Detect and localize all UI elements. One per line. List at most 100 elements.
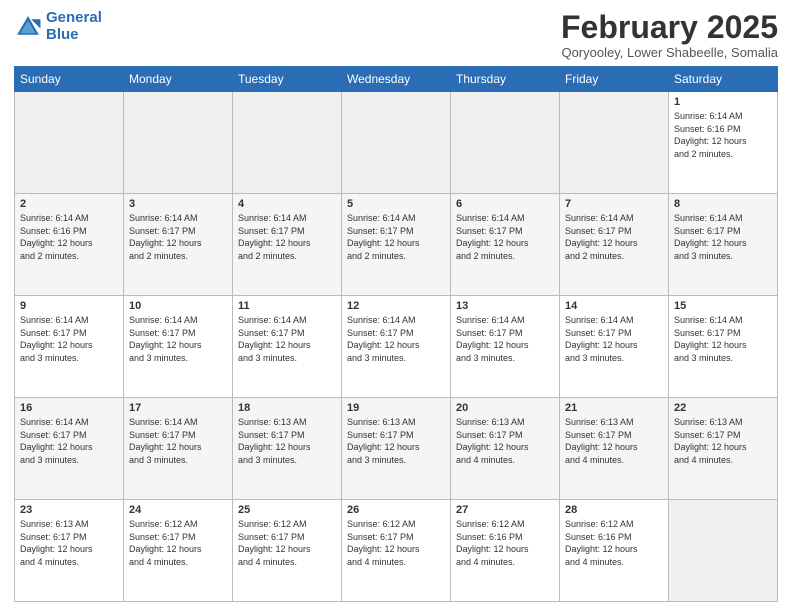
- calendar-week-1: 2 Sunrise: 6:14 AM Sunset: 6:16 PM Daylig…: [15, 194, 778, 296]
- day-info: Sunrise: 6:14 AM Sunset: 6:17 PM Dayligh…: [20, 416, 118, 466]
- day-info: Sunrise: 6:14 AM Sunset: 6:17 PM Dayligh…: [456, 212, 554, 262]
- calendar-cell-w2-d3: 12 Sunrise: 6:14 AM Sunset: 6:17 PM Dayli…: [342, 296, 451, 398]
- logo: General Blue: [14, 10, 102, 43]
- header: General Blue February 2025 Qoryooley, Lo…: [14, 10, 778, 60]
- day-number: 17: [129, 402, 227, 414]
- day-info: Sunrise: 6:13 AM Sunset: 6:17 PM Dayligh…: [674, 416, 772, 466]
- calendar-cell-w3-d1: 17 Sunrise: 6:14 AM Sunset: 6:17 PM Dayli…: [124, 398, 233, 500]
- calendar-cell-w0-d2: [233, 92, 342, 194]
- logo-text: General Blue: [46, 10, 102, 43]
- day-number: 3: [129, 198, 227, 210]
- calendar-cell-w4-d3: 26 Sunrise: 6:12 AM Sunset: 6:17 PM Dayli…: [342, 500, 451, 602]
- logo-icon: [14, 13, 42, 41]
- day-info: Sunrise: 6:12 AM Sunset: 6:17 PM Dayligh…: [129, 518, 227, 568]
- calendar-table: Sunday Monday Tuesday Wednesday Thursday…: [14, 66, 778, 602]
- day-info: Sunrise: 6:13 AM Sunset: 6:17 PM Dayligh…: [347, 416, 445, 466]
- day-number: 28: [565, 504, 663, 516]
- day-number: 6: [456, 198, 554, 210]
- day-info: Sunrise: 6:13 AM Sunset: 6:17 PM Dayligh…: [238, 416, 336, 466]
- day-info: Sunrise: 6:13 AM Sunset: 6:17 PM Dayligh…: [20, 518, 118, 568]
- day-info: Sunrise: 6:14 AM Sunset: 6:17 PM Dayligh…: [238, 212, 336, 262]
- logo-line1: General: [46, 9, 102, 26]
- calendar-cell-w1-d0: 2 Sunrise: 6:14 AM Sunset: 6:16 PM Daylig…: [15, 194, 124, 296]
- day-number: 12: [347, 300, 445, 312]
- calendar-cell-w2-d6: 15 Sunrise: 6:14 AM Sunset: 6:17 PM Dayli…: [669, 296, 778, 398]
- col-friday: Friday: [560, 67, 669, 92]
- day-info: Sunrise: 6:14 AM Sunset: 6:16 PM Dayligh…: [20, 212, 118, 262]
- page: General Blue February 2025 Qoryooley, Lo…: [0, 0, 792, 612]
- calendar-cell-w3-d3: 19 Sunrise: 6:13 AM Sunset: 6:17 PM Dayli…: [342, 398, 451, 500]
- day-info: Sunrise: 6:14 AM Sunset: 6:17 PM Dayligh…: [565, 314, 663, 364]
- calendar-cell-w2-d4: 13 Sunrise: 6:14 AM Sunset: 6:17 PM Dayli…: [451, 296, 560, 398]
- day-number: 13: [456, 300, 554, 312]
- calendar-week-3: 16Sunrise: 6:14 AM Sunset: 6:17 PM Dayli…: [15, 398, 778, 500]
- calendar-cell-w1-d4: 6 Sunrise: 6:14 AM Sunset: 6:17 PM Daylig…: [451, 194, 560, 296]
- calendar-cell-w0-d4: [451, 92, 560, 194]
- col-monday: Monday: [124, 67, 233, 92]
- calendar-cell-w1-d5: 7 Sunrise: 6:14 AM Sunset: 6:17 PM Daylig…: [560, 194, 669, 296]
- day-info: Sunrise: 6:14 AM Sunset: 6:17 PM Dayligh…: [347, 314, 445, 364]
- title-block: February 2025 Qoryooley, Lower Shabeelle…: [561, 10, 778, 60]
- day-info: Sunrise: 6:14 AM Sunset: 6:17 PM Dayligh…: [347, 212, 445, 262]
- col-saturday: Saturday: [669, 67, 778, 92]
- day-info: Sunrise: 6:12 AM Sunset: 6:16 PM Dayligh…: [456, 518, 554, 568]
- day-number: 11: [238, 300, 336, 312]
- day-number: 14: [565, 300, 663, 312]
- day-number: 7: [565, 198, 663, 210]
- day-number: 2: [20, 198, 118, 210]
- day-info: Sunrise: 6:14 AM Sunset: 6:16 PM Dayligh…: [674, 110, 772, 160]
- day-number: 4: [238, 198, 336, 210]
- day-number: 21: [565, 402, 663, 414]
- day-info: Sunrise: 6:14 AM Sunset: 6:17 PM Dayligh…: [456, 314, 554, 364]
- calendar-cell-w2-d2: 11 Sunrise: 6:14 AM Sunset: 6:17 PM Dayli…: [233, 296, 342, 398]
- day-number: 10: [129, 300, 227, 312]
- header-row: Sunday Monday Tuesday Wednesday Thursday…: [15, 67, 778, 92]
- calendar-body: 1 Sunrise: 6:14 AM Sunset: 6:16 PM Daylig…: [15, 92, 778, 602]
- calendar-header: Sunday Monday Tuesday Wednesday Thursday…: [15, 67, 778, 92]
- day-info: Sunrise: 6:14 AM Sunset: 6:17 PM Dayligh…: [674, 314, 772, 364]
- day-number: 25: [238, 504, 336, 516]
- day-number: 15: [674, 300, 772, 312]
- day-info: Sunrise: 6:14 AM Sunset: 6:17 PM Dayligh…: [238, 314, 336, 364]
- month-title: February 2025: [561, 10, 778, 45]
- day-number: 24: [129, 504, 227, 516]
- calendar-cell-w4-d6: [669, 500, 778, 602]
- day-number: 18: [238, 402, 336, 414]
- col-wednesday: Wednesday: [342, 67, 451, 92]
- day-info: Sunrise: 6:14 AM Sunset: 6:17 PM Dayligh…: [20, 314, 118, 364]
- calendar-week-0: 1 Sunrise: 6:14 AM Sunset: 6:16 PM Daylig…: [15, 92, 778, 194]
- calendar-cell-w4-d0: 23Sunrise: 6:13 AM Sunset: 6:17 PM Dayli…: [15, 500, 124, 602]
- logo-line2: Blue: [46, 26, 79, 43]
- day-info: Sunrise: 6:14 AM Sunset: 6:17 PM Dayligh…: [129, 314, 227, 364]
- calendar-cell-w3-d6: 22Sunrise: 6:13 AM Sunset: 6:17 PM Dayli…: [669, 398, 778, 500]
- day-number: 26: [347, 504, 445, 516]
- calendar-cell-w2-d5: 14 Sunrise: 6:14 AM Sunset: 6:17 PM Dayli…: [560, 296, 669, 398]
- day-number: 9: [20, 300, 118, 312]
- calendar-cell-w4-d2: 25Sunrise: 6:12 AM Sunset: 6:17 PM Dayli…: [233, 500, 342, 602]
- calendar-cell-w4-d4: 27Sunrise: 6:12 AM Sunset: 6:16 PM Dayli…: [451, 500, 560, 602]
- day-info: Sunrise: 6:14 AM Sunset: 6:17 PM Dayligh…: [129, 212, 227, 262]
- day-info: Sunrise: 6:12 AM Sunset: 6:17 PM Dayligh…: [347, 518, 445, 568]
- calendar-cell-w3-d0: 16Sunrise: 6:14 AM Sunset: 6:17 PM Dayli…: [15, 398, 124, 500]
- calendar-cell-w2-d1: 10 Sunrise: 6:14 AM Sunset: 6:17 PM Dayli…: [124, 296, 233, 398]
- day-number: 19: [347, 402, 445, 414]
- calendar-week-4: 23Sunrise: 6:13 AM Sunset: 6:17 PM Dayli…: [15, 500, 778, 602]
- calendar-cell-w0-d5: [560, 92, 669, 194]
- calendar-cell-w0-d6: 1 Sunrise: 6:14 AM Sunset: 6:16 PM Daylig…: [669, 92, 778, 194]
- day-info: Sunrise: 6:12 AM Sunset: 6:16 PM Dayligh…: [565, 518, 663, 568]
- calendar-cell-w1-d1: 3 Sunrise: 6:14 AM Sunset: 6:17 PM Daylig…: [124, 194, 233, 296]
- calendar-cell-w3-d4: 20Sunrise: 6:13 AM Sunset: 6:17 PM Dayli…: [451, 398, 560, 500]
- day-number: 1: [674, 96, 772, 108]
- calendar-cell-w0-d0: [15, 92, 124, 194]
- col-sunday: Sunday: [15, 67, 124, 92]
- col-tuesday: Tuesday: [233, 67, 342, 92]
- calendar-cell-w0-d3: [342, 92, 451, 194]
- day-info: Sunrise: 6:14 AM Sunset: 6:17 PM Dayligh…: [129, 416, 227, 466]
- day-info: Sunrise: 6:13 AM Sunset: 6:17 PM Dayligh…: [456, 416, 554, 466]
- col-thursday: Thursday: [451, 67, 560, 92]
- day-number: 8: [674, 198, 772, 210]
- calendar-cell-w1-d2: 4 Sunrise: 6:14 AM Sunset: 6:17 PM Daylig…: [233, 194, 342, 296]
- calendar-cell-w2-d0: 9 Sunrise: 6:14 AM Sunset: 6:17 PM Daylig…: [15, 296, 124, 398]
- calendar-week-2: 9 Sunrise: 6:14 AM Sunset: 6:17 PM Daylig…: [15, 296, 778, 398]
- day-info: Sunrise: 6:14 AM Sunset: 6:17 PM Dayligh…: [565, 212, 663, 262]
